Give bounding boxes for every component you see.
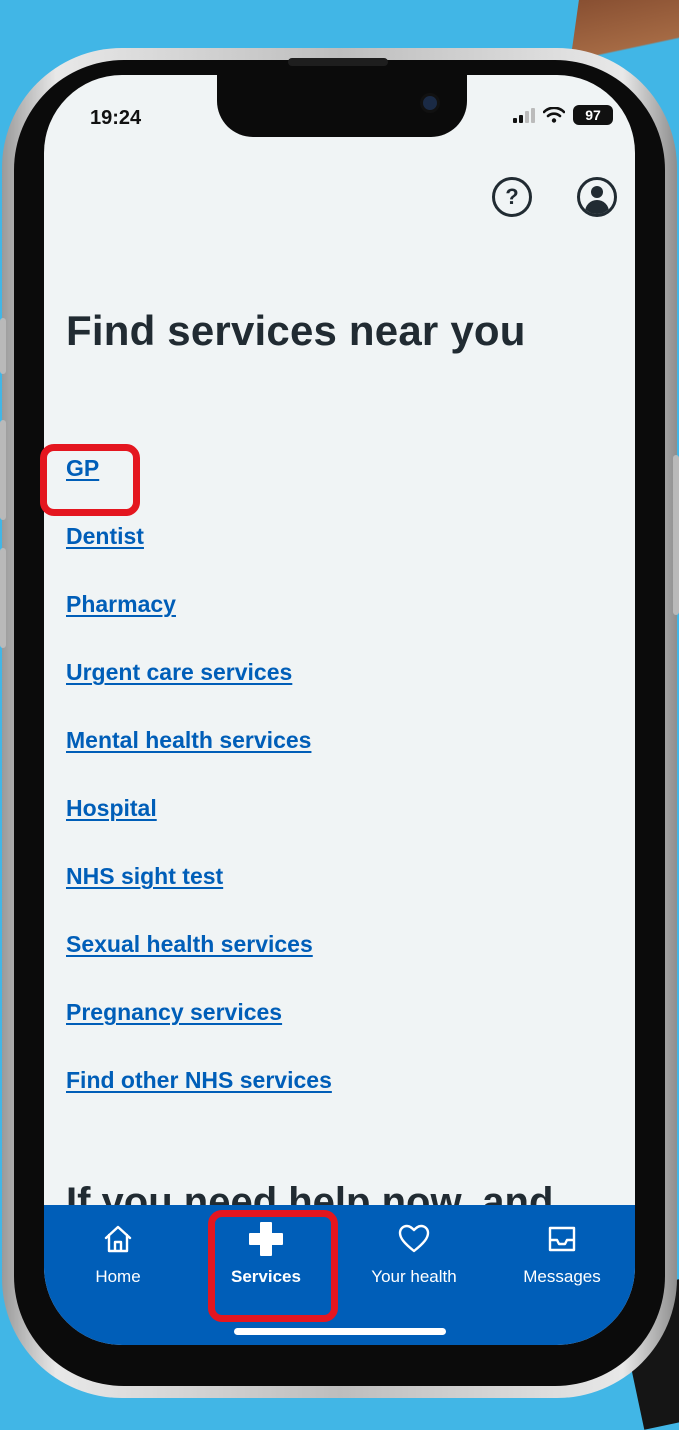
service-links-list: GP Dentist Pharmacy Urgent care services… bbox=[66, 453, 332, 1133]
dentist-link[interactable]: Dentist bbox=[66, 521, 332, 589]
heart-icon bbox=[398, 1221, 430, 1257]
other-nhs-services-link[interactable]: Find other NHS services bbox=[66, 1065, 332, 1133]
tab-messages-label: Messages bbox=[523, 1267, 601, 1286]
earpiece-speaker bbox=[288, 58, 388, 66]
phone-screen: 19:24 97 ? Find services near you GP Den… bbox=[44, 75, 635, 1345]
signal-icon bbox=[513, 107, 535, 123]
home-icon bbox=[103, 1221, 133, 1257]
volume-down-button bbox=[0, 548, 6, 648]
pharmacy-link[interactable]: Pharmacy bbox=[66, 589, 332, 657]
inbox-icon bbox=[547, 1221, 577, 1257]
home-indicator bbox=[234, 1328, 446, 1335]
tab-your-health[interactable]: Your health bbox=[340, 1205, 488, 1305]
gp-highlight-box bbox=[40, 444, 140, 516]
account-icon[interactable] bbox=[577, 177, 617, 217]
hospital-link[interactable]: Hospital bbox=[66, 793, 332, 861]
front-camera bbox=[420, 93, 440, 113]
mental-health-link[interactable]: Mental health services bbox=[66, 725, 332, 793]
bottom-tab-bar: Home Services Your health Messages bbox=[44, 1205, 635, 1345]
services-tab-highlight-box bbox=[208, 1210, 338, 1322]
urgent-care-link[interactable]: Urgent care services bbox=[66, 657, 332, 725]
sexual-health-link[interactable]: Sexual health services bbox=[66, 929, 332, 997]
battery-icon: 97 bbox=[573, 105, 613, 125]
tab-home[interactable]: Home bbox=[44, 1205, 192, 1305]
tab-messages[interactable]: Messages bbox=[488, 1205, 635, 1305]
volume-up-button bbox=[0, 420, 6, 520]
notch bbox=[217, 75, 467, 137]
wifi-icon bbox=[543, 107, 565, 123]
sight-test-link[interactable]: NHS sight test bbox=[66, 861, 332, 929]
pregnancy-link[interactable]: Pregnancy services bbox=[66, 997, 332, 1065]
tab-home-label: Home bbox=[95, 1267, 141, 1286]
page-title: Find services near you bbox=[66, 307, 526, 354]
status-icons: 97 bbox=[513, 105, 613, 125]
tab-your-health-label: Your health bbox=[371, 1267, 457, 1286]
help-icon[interactable]: ? bbox=[492, 177, 532, 217]
status-time: 19:24 bbox=[90, 107, 142, 129]
mute-switch bbox=[0, 318, 6, 374]
power-button bbox=[673, 455, 679, 615]
